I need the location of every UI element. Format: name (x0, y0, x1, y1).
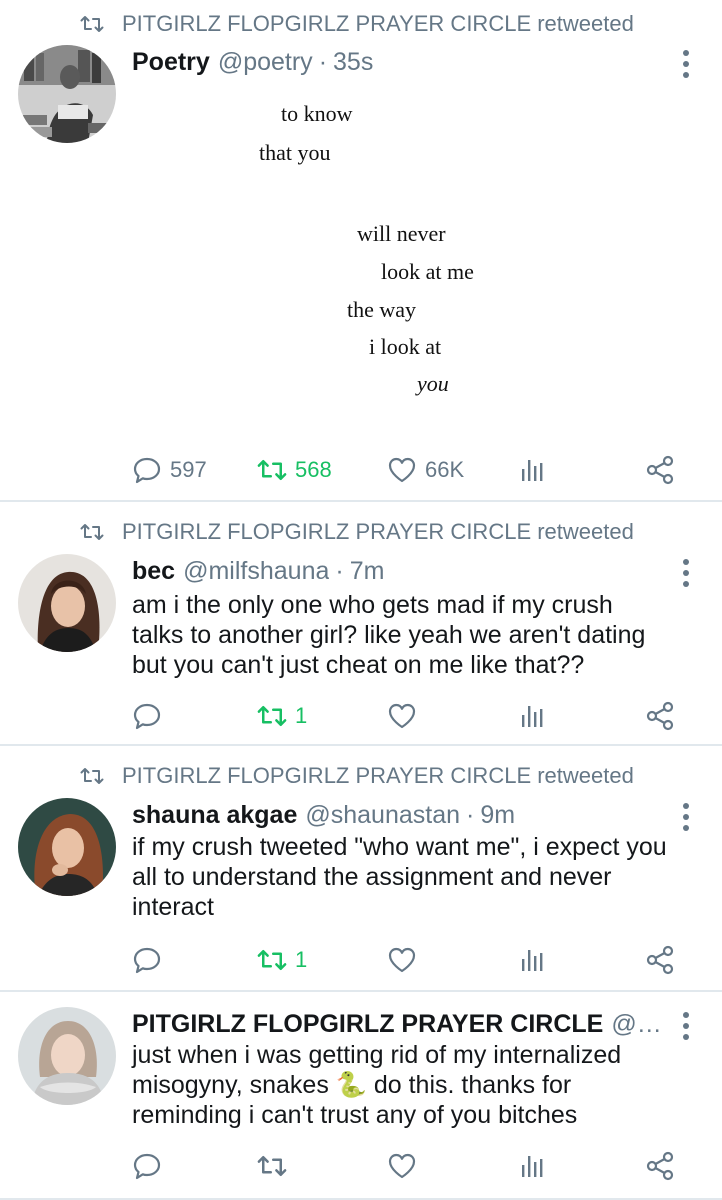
retweet-context: PITGIRLZ FLOPGIRLZ PRAYER CIRCLE retweet… (80, 519, 634, 544)
like-button[interactable] (387, 698, 425, 734)
display-name[interactable]: PITGIRLZ FLOPGIRLZ PRAYER CIRCLE (132, 1010, 603, 1039)
tweet-text: just when i was getting rid of my intern… (132, 1041, 622, 1129)
reply-icon (132, 701, 162, 731)
tweet-pitgirlz[interactable]: PITGIRLZ FLOPGIRLZ PRAYER CIRCLE @sh... … (0, 992, 722, 1200)
retweet-icon (257, 455, 287, 485)
poem-line: will never (357, 221, 446, 246)
reply-button[interactable]: 597 (132, 452, 207, 488)
display-name[interactable]: Poetry (132, 48, 210, 77)
tweet-actions: 597 568 66K (132, 452, 682, 488)
reply-count: 597 (170, 457, 207, 482)
share-button[interactable] (645, 452, 683, 488)
retweet-icon (257, 701, 287, 731)
avatar[interactable] (18, 45, 116, 143)
retweet-icon (80, 522, 104, 542)
reply-icon (132, 945, 162, 975)
share-icon (645, 455, 675, 485)
share-icon (645, 701, 675, 731)
share-button[interactable] (645, 942, 683, 978)
tweet-bec[interactable]: PITGIRLZ FLOPGIRLZ PRAYER CIRCLE retweet… (0, 502, 722, 746)
analytics-button[interactable] (517, 452, 555, 488)
retweet-button[interactable]: 568 (257, 452, 332, 488)
poem-line: you (417, 371, 449, 396)
reply-icon (132, 455, 162, 485)
like-count: 66K (425, 457, 465, 482)
analytics-icon (517, 701, 547, 731)
like-icon (387, 945, 417, 975)
retweet-count: 568 (295, 457, 332, 482)
share-button[interactable] (645, 698, 683, 734)
retweet-count: 1 (295, 947, 308, 972)
avatar[interactable] (18, 554, 116, 652)
like-button[interactable]: 66K (387, 452, 464, 488)
user-handle[interactable]: @poetry (218, 48, 313, 77)
analytics-icon (517, 455, 547, 485)
tweet-poetry[interactable]: PITGIRLZ FLOPGIRLZ PRAYER CIRCLE retweet… (0, 0, 722, 502)
poem-line: look at me (381, 259, 474, 284)
reply-button[interactable] (132, 1148, 170, 1184)
tweet-shauna[interactable]: PITGIRLZ FLOPGIRLZ PRAYER CIRCLE retweet… (0, 746, 722, 992)
analytics-button[interactable] (517, 942, 555, 978)
poem-line: i look at (369, 334, 442, 359)
share-icon (645, 945, 675, 975)
retweeted-by-label: PITGIRLZ FLOPGIRLZ PRAYER CIRCLE retweet… (122, 11, 634, 36)
analytics-icon (517, 1151, 547, 1181)
tweet-actions: 1 (132, 698, 682, 734)
user-handle[interactable]: @milfshauna (183, 557, 329, 586)
like-icon (387, 701, 417, 731)
tweet-text: am i the only one who gets mad if my cru… (132, 591, 646, 679)
tweet-actions (132, 1148, 682, 1184)
like-button[interactable] (387, 1148, 425, 1184)
like-icon (387, 455, 417, 485)
poem-line: the way (347, 297, 417, 322)
retweeted-by-label: PITGIRLZ FLOPGIRLZ PRAYER CIRCLE retweet… (122, 519, 634, 544)
display-name[interactable]: shauna akgae (132, 801, 297, 830)
retweet-count: 1 (295, 703, 308, 728)
avatar[interactable] (18, 798, 116, 896)
tweet-header: Poetry @poetry · 35s (132, 48, 674, 82)
timestamp[interactable]: 9m (480, 801, 515, 830)
analytics-button[interactable] (517, 698, 555, 734)
avatar[interactable] (18, 1007, 116, 1105)
reply-button[interactable] (132, 942, 170, 978)
retweet-icon (80, 14, 104, 34)
user-handle[interactable]: @shaunastan (305, 801, 460, 830)
retweet-context: PITGIRLZ FLOPGIRLZ PRAYER CIRCLE retweet… (80, 11, 634, 36)
timestamp[interactable]: 7m (350, 557, 385, 586)
more-options-icon[interactable] (676, 559, 696, 587)
retweet-button[interactable] (257, 1148, 295, 1184)
reply-icon (132, 1151, 162, 1181)
user-handle[interactable]: @sh... (611, 1010, 674, 1039)
retweet-icon (80, 766, 104, 786)
separator-dot: · (466, 801, 475, 829)
timestamp[interactable]: 35s (333, 48, 373, 77)
tweet-actions: 1 (132, 942, 682, 978)
tweet-text: if my crush tweeted "who want me", i exp… (132, 833, 667, 921)
more-options-icon[interactable] (676, 50, 696, 78)
separator-dot: · (335, 557, 344, 585)
retweet-button[interactable]: 1 (257, 698, 307, 734)
tweet-header: shauna akgae @shaunastan · 9m (132, 801, 674, 835)
retweet-button[interactable]: 1 (257, 942, 307, 978)
more-options-icon[interactable] (676, 803, 696, 831)
like-button[interactable] (387, 942, 425, 978)
share-button[interactable] (645, 1148, 683, 1184)
retweeted-by-label: PITGIRLZ FLOPGIRLZ PRAYER CIRCLE retweet… (122, 763, 634, 788)
poem-line: to know (281, 101, 353, 126)
retweet-icon (257, 945, 287, 975)
more-options-icon[interactable] (676, 1012, 696, 1040)
display-name[interactable]: bec (132, 557, 175, 586)
poem-line: that you (259, 140, 331, 165)
reply-button[interactable] (132, 698, 170, 734)
like-icon (387, 1151, 417, 1181)
share-icon (645, 1151, 675, 1181)
analytics-icon (517, 945, 547, 975)
retweet-context: PITGIRLZ FLOPGIRLZ PRAYER CIRCLE retweet… (80, 763, 634, 788)
retweet-icon (257, 1151, 287, 1181)
tweet-header: PITGIRLZ FLOPGIRLZ PRAYER CIRCLE @sh... (132, 1010, 674, 1044)
separator-dot: · (318, 48, 328, 76)
tweet-header: bec @milfshauna · 7m (132, 557, 674, 591)
analytics-button[interactable] (517, 1148, 555, 1184)
